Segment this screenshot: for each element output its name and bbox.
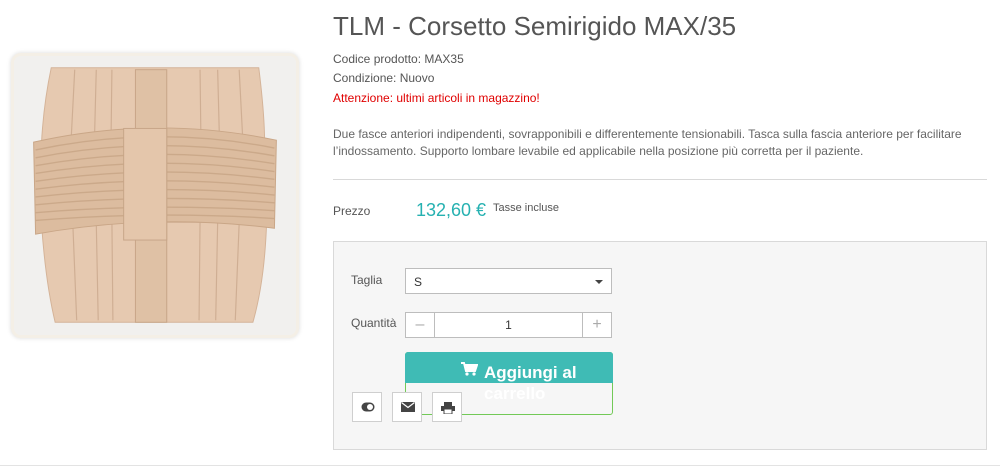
send-to-friend-button[interactable] — [392, 392, 422, 422]
print-button[interactable] — [432, 392, 462, 422]
product-description: Due fasce anteriori indipendenti, sovrap… — [333, 127, 962, 158]
footer-divider — [0, 465, 1000, 466]
chevron-down-icon — [595, 280, 603, 284]
add-to-cart-label: Aggiungi al carrello — [484, 363, 577, 403]
toggle-icon — [361, 402, 375, 412]
quantity-decrease-button[interactable]: – — [406, 313, 435, 337]
corset-image — [14, 56, 296, 335]
size-label: Taglia — [351, 273, 383, 287]
quantity-increase-button[interactable]: + — [582, 313, 611, 337]
stock-warning: Attenzione: ultimi articoli in magazzino… — [333, 91, 540, 105]
quantity-input[interactable]: 1 — [435, 318, 582, 332]
add-to-cart-button[interactable]: Aggiungi al carrello — [405, 352, 613, 403]
product-image[interactable] — [11, 53, 299, 338]
toggle-button[interactable] — [352, 392, 382, 422]
product-condition: Condizione: Nuovo — [333, 71, 435, 85]
price-label: Prezzo — [333, 204, 371, 218]
size-select[interactable]: S — [405, 268, 612, 294]
price-value: 132,60 € — [416, 200, 487, 220]
tax-note: Tasse incluse — [493, 202, 560, 214]
cart-icon — [461, 362, 478, 376]
size-select-value: S — [414, 275, 423, 289]
envelope-icon — [401, 402, 415, 412]
quantity-label: Quantità — [351, 316, 397, 330]
quantity-stepper: – 1 + — [405, 312, 612, 338]
product-title: TLM - Corsetto Semirigido MAX/35 — [333, 11, 737, 41]
printer-icon — [441, 402, 455, 414]
divider — [333, 179, 987, 180]
product-code: Codice prodotto: MAX35 — [333, 52, 464, 66]
